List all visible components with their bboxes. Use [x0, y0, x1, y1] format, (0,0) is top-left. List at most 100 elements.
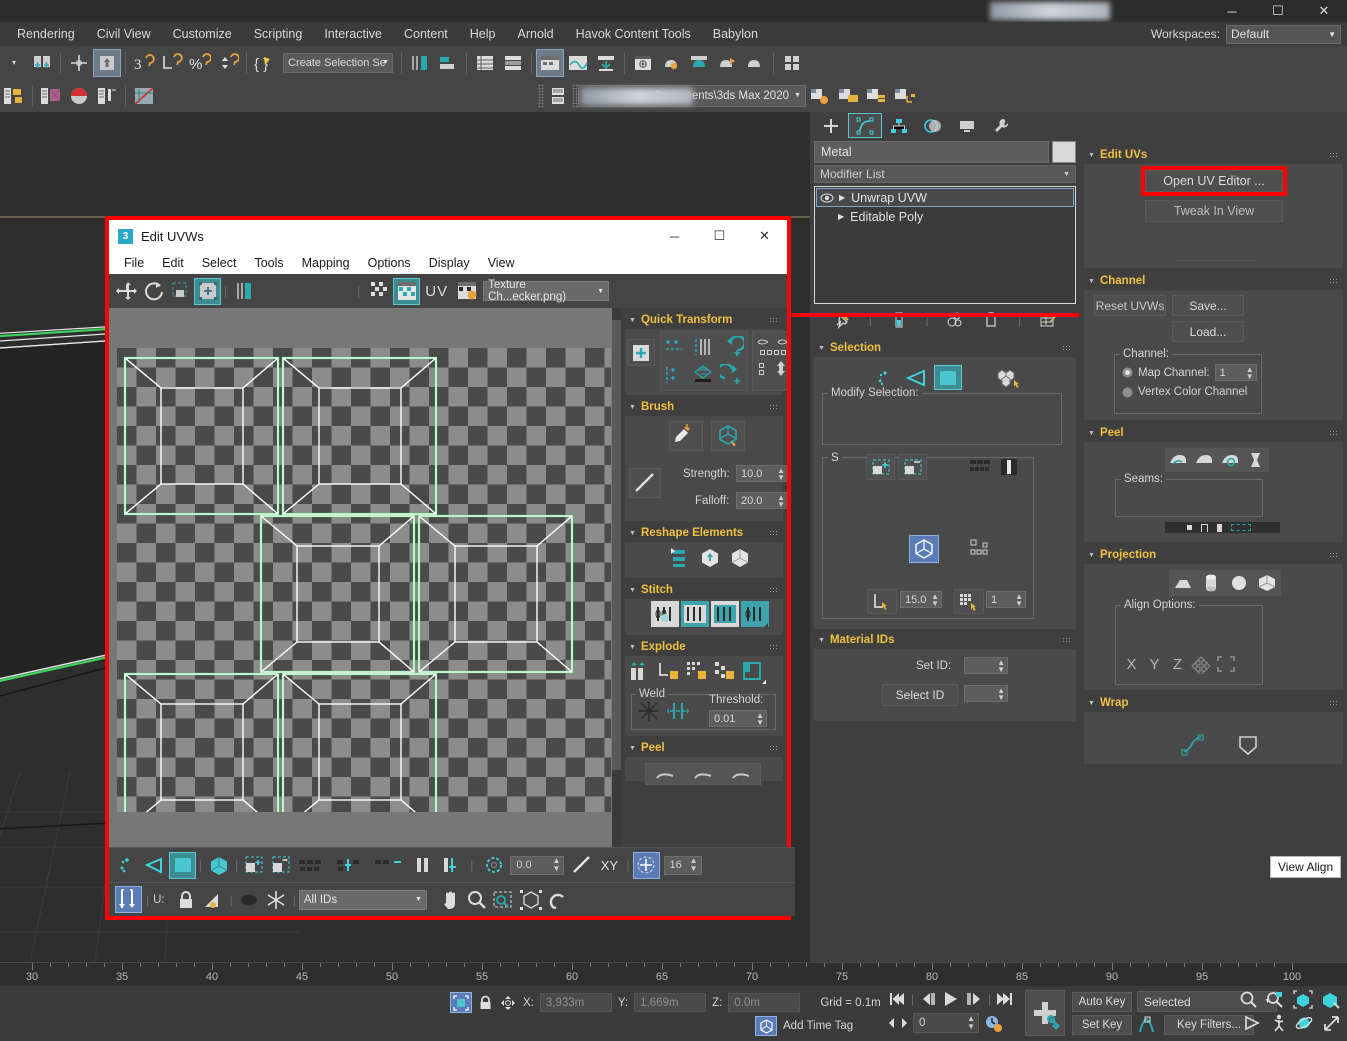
rotate-tool-icon[interactable] [140, 278, 167, 305]
spinner-arrows-icon[interactable]: ▲▼ [552, 857, 560, 873]
set-id-spinner[interactable]: ▲▼ [964, 657, 1008, 674]
material-id-spinner[interactable]: 1 ▲▼ [986, 591, 1026, 608]
quick-peel-button[interactable] [1191, 448, 1217, 472]
hide-selected-icon[interactable] [236, 886, 263, 913]
schematic-view-icon[interactable] [564, 49, 592, 77]
uv-rollout-quick-transform-header[interactable]: ▼ Quick Transform [625, 311, 783, 329]
x-coordinate-field[interactable]: 3,933m [540, 993, 612, 1012]
named-selection-sets-icon[interactable]: { } [251, 49, 279, 77]
menu-civil-view[interactable]: Civil View [86, 24, 162, 44]
menu-help[interactable]: Help [459, 24, 507, 44]
render-setup-icon[interactable] [657, 49, 685, 77]
rotate-cw-90-button[interactable] [717, 361, 747, 389]
relax-element-button[interactable] [695, 544, 725, 572]
add-time-tag-icon[interactable] [755, 1016, 777, 1036]
relax-brush-button[interactable] [669, 421, 703, 451]
flip-vertical-icon[interactable] [776, 336, 787, 348]
y-coordinate-field[interactable]: 1,669m [634, 993, 706, 1012]
shrink-selection-icon[interactable] [268, 852, 295, 879]
rollout-channel-header[interactable]: ▼ Channel [1084, 272, 1343, 290]
project-list-icon[interactable] [544, 82, 572, 110]
uv-rollout-peel-header[interactable]: ▼ Peel [625, 739, 783, 757]
object-name-input[interactable]: Metal [814, 141, 1049, 163]
zoom-icon[interactable] [464, 886, 491, 913]
pelt-map-button[interactable] [1217, 448, 1243, 472]
field-of-view-icon[interactable] [1243, 1014, 1262, 1033]
pack-uvs-button[interactable] [689, 361, 717, 389]
move-up-icon[interactable] [775, 359, 787, 379]
target-weld-button[interactable] [665, 697, 693, 724]
peel-mode-button[interactable] [646, 764, 684, 784]
project-folder-grid-icon[interactable] [778, 49, 806, 77]
set-key-button[interactable]: Set Key [1072, 1015, 1132, 1035]
project-settings-icon[interactable] [806, 82, 834, 110]
stitch-custom-button[interactable] [651, 601, 679, 627]
project-tree-icon[interactable] [890, 82, 918, 110]
face-mode-icon[interactable] [169, 852, 196, 879]
break-button[interactable] [627, 658, 655, 684]
texture-dropdown[interactable]: Texture Ch...ecker.png) ▼ [483, 281, 609, 301]
spinner-arrows-icon[interactable]: ▲▼ [1015, 593, 1023, 607]
falloff-spinner[interactable]: 20.0 ▲▼ [736, 492, 787, 509]
uvws-menu-tools[interactable]: Tools [245, 254, 292, 272]
populate-icon[interactable] [37, 82, 65, 110]
play-animation-icon[interactable] [940, 990, 962, 1008]
modifier-list-dropdown[interactable]: Modifier List ▼ [814, 165, 1076, 183]
workspaces-dropdown[interactable]: Default ▼ [1226, 25, 1341, 44]
uv-canvas-area[interactable] [109, 308, 621, 916]
time-configuration-icon[interactable] [984, 1014, 1003, 1033]
uv-flow-icon[interactable] [115, 886, 142, 913]
create-selection-set-input[interactable]: Create Selection Se ▼ [283, 53, 393, 73]
zoom-region-icon[interactable] [491, 886, 518, 913]
tab-hierarchy[interactable] [882, 113, 916, 138]
rollout-wrap-header[interactable]: ▼ Wrap [1084, 694, 1343, 712]
open-project-icon[interactable] [834, 82, 862, 110]
explode-selection-button[interactable] [739, 658, 767, 684]
threshold-spinner[interactable]: 0.01 ▲▼ [709, 710, 767, 727]
scale-tool-icon[interactable] [167, 278, 194, 305]
undo-dropdown-icon[interactable]: ▾ [0, 49, 28, 77]
pan-icon[interactable] [437, 886, 464, 913]
compass-rose-icon[interactable] [130, 82, 158, 110]
uvws-menu-display[interactable]: Display [420, 254, 479, 272]
seam-bar-icon[interactable] [1217, 524, 1222, 532]
align-y-button[interactable]: Y [1143, 652, 1166, 676]
render-production-icon[interactable] [713, 49, 741, 77]
lock-selection-icon[interactable] [478, 994, 493, 1011]
rollout-material-ids-header[interactable]: ▼ Material IDs [814, 631, 1076, 649]
seam-dashed-icon[interactable] [1231, 524, 1251, 531]
planar-angle-button[interactable] [867, 589, 897, 614]
object-color-swatch[interactable] [1052, 141, 1076, 163]
open-uv-editor-button[interactable]: Open UV Editor ... [1145, 170, 1283, 192]
go-to-start-icon[interactable] [888, 991, 908, 1007]
tab-motion[interactable] [916, 113, 950, 138]
stitch-to-target-button[interactable] [711, 601, 739, 627]
set-keys-button[interactable] [1025, 990, 1065, 1036]
quick-peel-button[interactable] [684, 764, 722, 784]
material-editor-icon[interactable] [629, 49, 657, 77]
snap-grid-icon[interactable] [633, 852, 660, 879]
select-element-button[interactable] [992, 365, 1026, 390]
stitch-source-button[interactable] [741, 601, 769, 627]
explode-by-material-button[interactable] [711, 658, 739, 684]
angle-snap-3-icon[interactable]: 3 [130, 49, 158, 77]
ring-vertical-icon[interactable] [409, 852, 436, 879]
wrap-edge-button[interactable] [1179, 732, 1207, 758]
spinner-snap-icon[interactable] [214, 49, 242, 77]
wrap-shape-button[interactable] [1234, 732, 1262, 758]
stitch-selected-button[interactable] [681, 601, 709, 627]
xy-axis-icon[interactable]: XY [595, 852, 623, 879]
spinner-arrows-icon[interactable]: ▲▼ [777, 494, 785, 508]
reset-uvws-button[interactable]: Reset UVWs [1094, 295, 1166, 316]
spherical-map-button[interactable] [1225, 570, 1253, 596]
material-sphere-icon[interactable] [65, 82, 93, 110]
percent-snap-icon[interactable]: % [186, 49, 214, 77]
select-id-button[interactable]: Select ID [882, 684, 958, 706]
modifier-stack-item-editable-poly[interactable]: ▶ Editable Poly [816, 207, 1074, 226]
menu-havok-content-tools[interactable]: Havok Content Tools [565, 24, 702, 44]
rotation-angle-field[interactable]: 0.0 ▲▼ [510, 856, 564, 875]
rotate-ccw-90-button[interactable] [717, 333, 747, 361]
menu-arnold[interactable]: Arnold [507, 24, 565, 44]
maximize-viewport-toggle-icon[interactable] [1322, 1014, 1341, 1033]
go-to-end-icon[interactable] [994, 991, 1014, 1007]
